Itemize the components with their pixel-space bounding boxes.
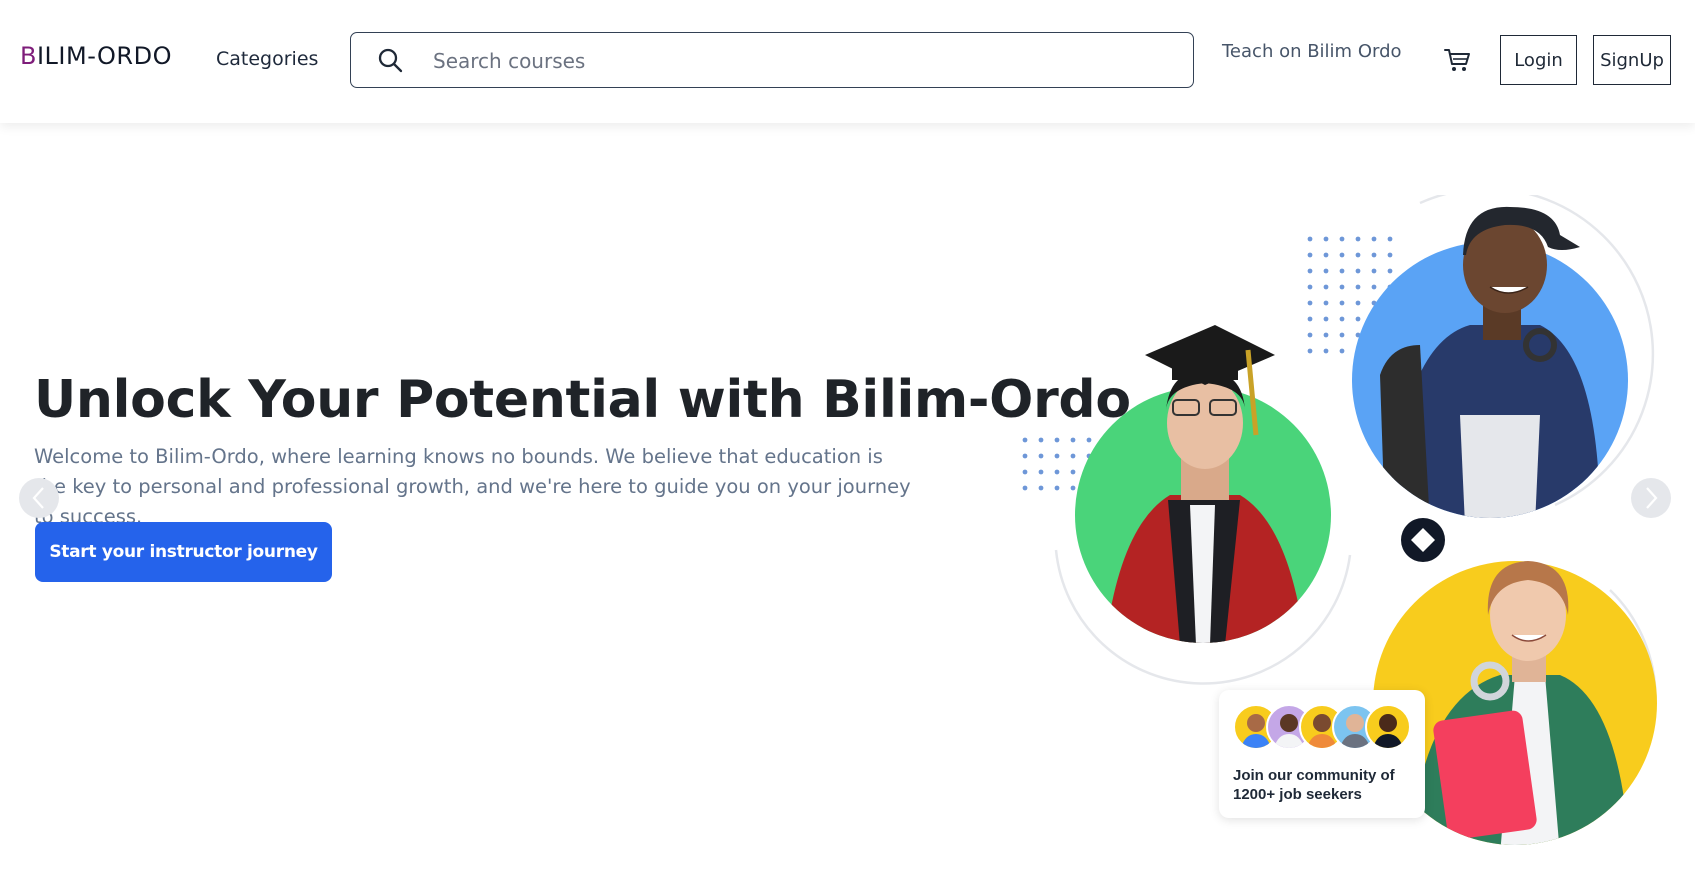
dot [1355,316,1361,322]
dot [1070,453,1076,459]
dot [1054,469,1060,475]
site-header: BILIM-ORDO Categories Teach on Bilim Ord… [0,0,1695,123]
signup-button[interactable]: SignUp [1593,35,1671,85]
dot [1038,469,1044,475]
dot [1307,268,1313,274]
dot [1339,332,1345,338]
student-man-photo [1352,206,1628,518]
dot [1339,236,1345,242]
login-button[interactable]: Login [1500,35,1577,85]
dot [1323,348,1329,354]
dot [1307,252,1313,258]
dot [1054,485,1060,491]
dot [1323,332,1329,338]
dot [1355,268,1361,274]
dot [1086,437,1092,443]
avatar-group [1233,704,1418,750]
community-text: Join our community of 1200+ job seekers [1233,767,1395,803]
search-bar[interactable] [350,32,1194,88]
dot [1339,284,1345,290]
dot [1323,316,1329,322]
dot [1387,236,1393,242]
diamond-badge [1401,518,1445,562]
hero-subtext: Welcome to Bilim-Ordo, where learning kn… [34,445,911,528]
dot [1038,485,1044,491]
dot [1022,485,1028,491]
hero-headline: Unlock Your Potential with Bilim-Ordo [34,370,1131,430]
dot [1355,284,1361,290]
dot [1054,437,1060,443]
start-instructor-journey-button[interactable]: Start your instructor journey [35,522,332,582]
logo-letter: B [20,42,37,70]
dot [1339,316,1345,322]
dot [1355,252,1361,258]
search-input[interactable] [431,43,1175,79]
chevron-left-icon [32,487,44,509]
dot [1070,485,1076,491]
avatar [1365,704,1411,750]
dot [1371,252,1377,258]
dot [1387,252,1393,258]
dot [1307,332,1313,338]
dot [1387,268,1393,274]
logo[interactable]: BILIM-ORDO [20,42,172,70]
dot [1355,236,1361,242]
cart-icon[interactable] [1443,46,1471,74]
dot [1038,437,1044,443]
dot [1339,348,1345,354]
teach-link[interactable]: Teach on Bilim Ordo [1222,41,1402,62]
dot [1323,252,1329,258]
dot [1339,252,1345,258]
dot [1339,300,1345,306]
dot [1022,469,1028,475]
dot [1038,453,1044,459]
dot [1022,437,1028,443]
dot [1371,268,1377,274]
dot [1307,284,1313,290]
dot [1323,268,1329,274]
dot [1307,316,1313,322]
search-icon [378,48,403,73]
dot [1323,300,1329,306]
dot [1054,453,1060,459]
dot [1339,268,1345,274]
carousel-prev-button[interactable] [19,478,59,518]
dot [1307,300,1313,306]
dot [1371,236,1377,242]
dot [1070,437,1076,443]
community-card: Join our community of 1200+ job seekers [1219,690,1425,818]
dot [1307,236,1313,242]
dot [1307,348,1313,354]
dot [1323,236,1329,242]
dot [1070,469,1076,475]
graduate-photo [1075,325,1331,643]
dot [1371,284,1377,290]
dot [1323,284,1329,290]
dot [1355,300,1361,306]
categories-menu[interactable]: Categories [216,48,318,70]
logo-text: ILIM-ORDO [36,42,172,70]
dot [1022,453,1028,459]
